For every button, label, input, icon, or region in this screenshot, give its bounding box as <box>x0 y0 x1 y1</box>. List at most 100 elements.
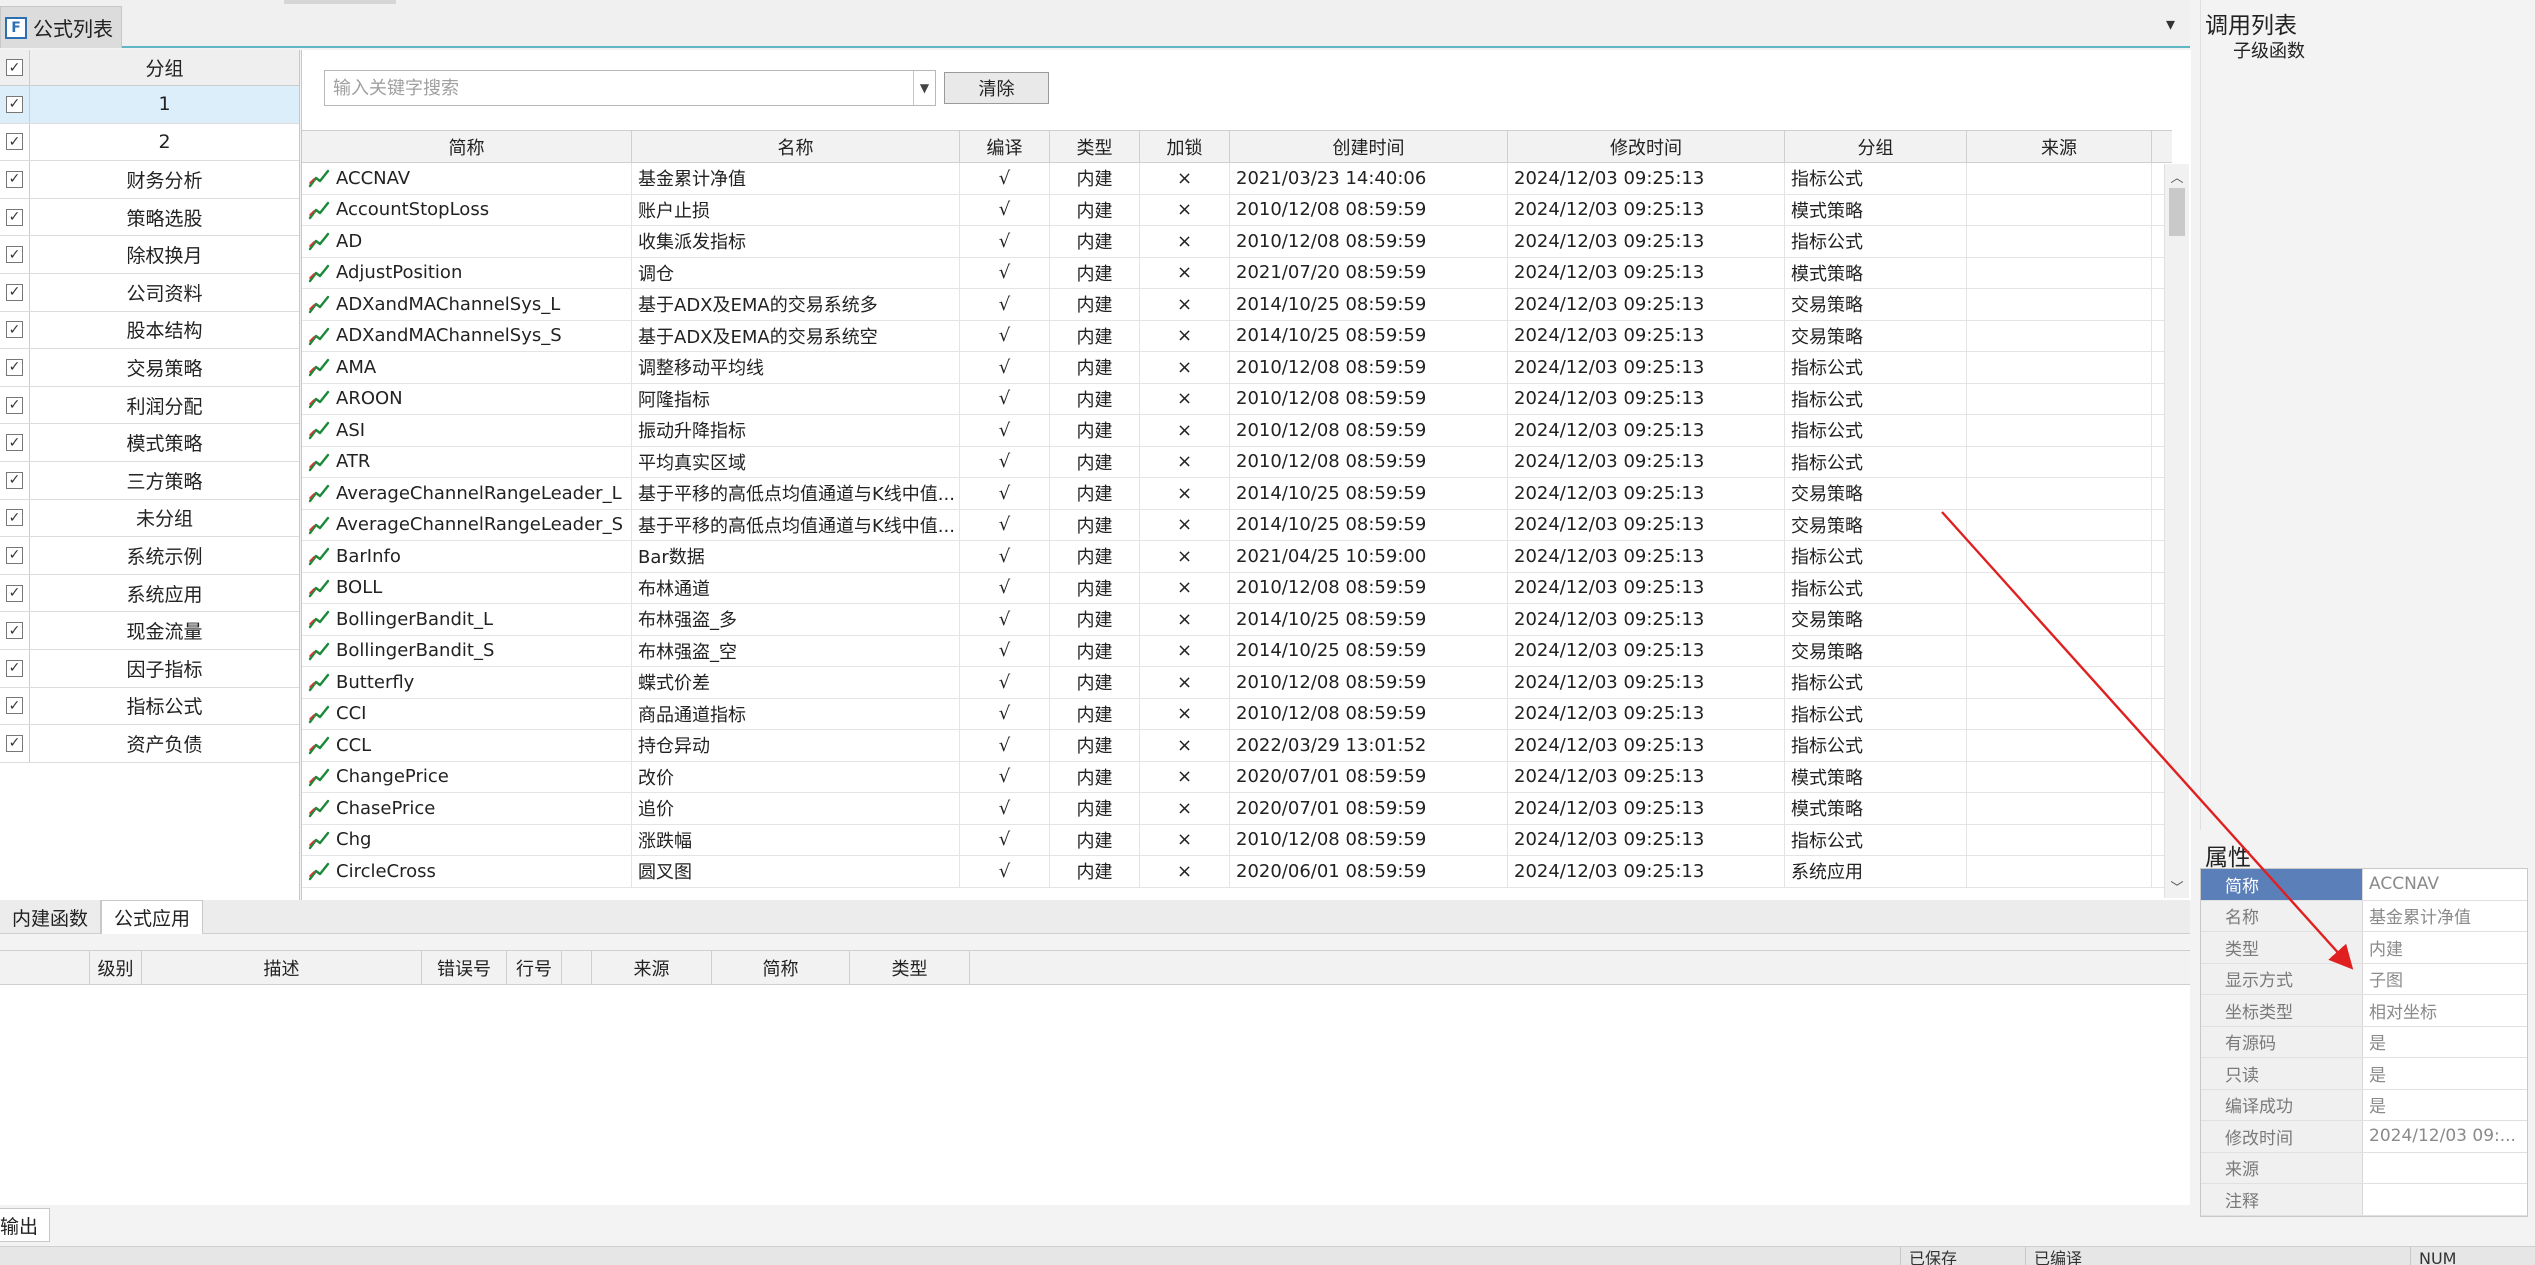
group-row[interactable]: ✓ 指标公式 <box>0 687 299 726</box>
group-row[interactable]: ✓ 系统应用 <box>0 574 299 613</box>
col-short-name-header[interactable]: 简称 <box>302 131 632 162</box>
col-locked-header[interactable]: 加锁 <box>1140 131 1230 162</box>
group-row[interactable]: ✓ 未分组 <box>0 499 299 538</box>
search-input[interactable] <box>325 71 913 105</box>
group-row[interactable]: ✓ 三方策略 <box>0 461 299 500</box>
table-row[interactable]: ADXandMAChannelSys_S 基于ADX及EMA的交易系统空 √ 内建 × 2… <box>302 320 2172 352</box>
property-row[interactable]: 修改时间 2024/12/03 09:... <box>2201 1121 2527 1153</box>
type-column-header[interactable]: 类型 <box>850 951 970 984</box>
group-checkbox[interactable]: ✓ <box>6 246 23 264</box>
group-row[interactable]: ✓ 股本结构 <box>0 311 299 350</box>
group-row[interactable]: ✓ 除权换月 <box>0 236 299 274</box>
table-row[interactable]: AMA 调整移动平均线 √ 内建 × 2010/12/08 08:59:59 2024/12… <box>302 352 2172 384</box>
group-checkbox[interactable]: ✓ <box>6 321 23 339</box>
clear-button[interactable]: 清除 <box>944 72 1049 104</box>
table-row[interactable]: Chg 涨跌幅 √ 内建 × 2010/12/08 08:59:59 2024/12/03 … <box>302 824 2172 856</box>
group-row[interactable]: ✓ 交易策略 <box>0 349 299 387</box>
group-row[interactable]: ✓ 资产负债 <box>0 725 299 763</box>
select-all-checkbox[interactable]: ✓ <box>6 59 23 76</box>
table-row[interactable]: BollingerBandit_S 布林强盗_空 √ 内建 × 2014/10/25 08… <box>302 635 2172 667</box>
tab-builtin-functions[interactable]: 内建函数 <box>0 900 102 934</box>
table-row[interactable]: CCL 持仓异动 √ 内建 × 2022/03/29 13:01:52 2024/12/03… <box>302 730 2172 762</box>
group-checkbox[interactable]: ✓ <box>6 659 23 677</box>
col-name-header[interactable]: 名称 <box>632 131 960 162</box>
property-row[interactable]: 简称 ACCNAV <box>2201 869 2527 901</box>
group-checkbox[interactable]: ✓ <box>6 133 23 151</box>
table-row[interactable]: CircleCross 圆叉图 √ 内建 × 2020/06/01 08:59:59 202… <box>302 856 2172 888</box>
col-created-header[interactable]: 创建时间 <box>1230 131 1508 162</box>
table-row[interactable]: ChangePrice 改价 √ 内建 × 2020/07/01 08:59:59 2024… <box>302 761 2172 793</box>
table-row[interactable]: BOLL 布林通道 √ 内建 × 2010/12/08 08:59:59 2024/12/0… <box>302 572 2172 604</box>
property-row[interactable]: 坐标类型 相对坐标 <box>2201 995 2527 1027</box>
search-combobox[interactable]: ▼ <box>324 70 936 106</box>
group-checkbox[interactable]: ✓ <box>6 434 23 452</box>
property-row[interactable]: 有源码是 <box>2201 1026 2527 1058</box>
property-row[interactable]: 显示方式 子图 <box>2201 963 2527 995</box>
property-row[interactable]: 来源 <box>2201 1152 2527 1184</box>
table-row[interactable]: ADXandMAChannelSys_L 基于ADX及EMA的交易系统多 √ 内建 × 2… <box>302 289 2172 321</box>
group-checkbox[interactable]: ✓ <box>6 358 23 376</box>
level-column-header[interactable]: 级别 <box>90 951 142 984</box>
table-row[interactable]: AD 收集派发指标 √ 内建 × 2010/12/08 08:59:59 2024/12/0… <box>302 226 2172 258</box>
group-checkbox[interactable]: ✓ <box>6 471 23 489</box>
table-row[interactable]: AverageChannelRangeLeader_L 基于平移的高低点均值通道与… <box>302 478 2172 510</box>
col-compiled-header[interactable]: 编译 <box>960 131 1050 162</box>
search-dropdown-icon[interactable]: ▼ <box>913 71 935 105</box>
property-row[interactable]: 注释 <box>2201 1184 2527 1216</box>
short-name-column-header[interactable]: 简称 <box>712 951 850 984</box>
group-checkbox[interactable]: ✓ <box>6 283 23 301</box>
group-checkbox[interactable]: ✓ <box>6 170 23 188</box>
scroll-down-icon[interactable]: ﹀ <box>2165 874 2189 898</box>
source-column-header[interactable]: 来源 <box>592 951 712 984</box>
table-row[interactable]: ATR 平均真实区域 √ 内建 × 2010/12/08 08:59:59 2024/12/… <box>302 446 2172 478</box>
group-row[interactable]: ✓ 利润分配 <box>0 386 299 425</box>
chevron-down-icon[interactable]: ▾ <box>2166 14 2175 35</box>
col-group-header[interactable]: 分组 <box>1785 131 1967 162</box>
table-row[interactable]: AccountStopLoss 账户止损 √ 内建 × 2010/12/08 08:59:… <box>302 194 2172 226</box>
table-row[interactable]: Butterfly 蝶式价差 √ 内建 × 2010/12/08 08:59:59 2024… <box>302 667 2172 699</box>
scroll-up-icon[interactable]: ︿ <box>2165 164 2189 188</box>
table-row[interactable]: BarInfo Bar数据 √ 内建 × 2021/04/25 10:59:00 2024/… <box>302 541 2172 573</box>
group-row[interactable]: ✓ 现金流量 <box>0 612 299 650</box>
line-number-column-header[interactable]: 行号 <box>507 951 562 984</box>
property-row[interactable]: 只读是 <box>2201 1058 2527 1090</box>
group-row[interactable]: ✓ 因子指标 <box>0 649 299 688</box>
group-row[interactable]: ✓ 2 <box>0 123 299 162</box>
group-row[interactable]: ✓ 公司资料 <box>0 273 299 312</box>
tab-formula-application[interactable]: 公式应用 <box>101 900 204 934</box>
table-row[interactable]: AdjustPosition 调仓 √ 内建 × 2021/07/20 08:59:59 2… <box>302 257 2172 289</box>
table-row[interactable]: AverageChannelRangeLeader_S 基于平移的高低点均值通道与… <box>302 509 2172 541</box>
property-row[interactable]: 编译成功是 <box>2201 1089 2527 1121</box>
group-checkbox[interactable]: ✓ <box>6 509 23 527</box>
group-checkbox[interactable]: ✓ <box>6 622 23 640</box>
property-row[interactable]: 类型 内建 <box>2201 932 2527 964</box>
table-row[interactable]: ChasePrice 追价 √ 内建 × 2020/07/01 08:59:59 2024/… <box>302 793 2172 825</box>
group-checkbox[interactable]: ✓ <box>6 396 23 414</box>
table-vertical-scrollbar[interactable]: ︿ ﹀ <box>2164 164 2189 898</box>
group-checkbox[interactable]: ✓ <box>6 208 23 226</box>
table-row[interactable]: ACCNAV 基金累计净值 √ 内建 × 2021/03/23 14:40:06 2024/… <box>302 163 2172 195</box>
group-checkbox[interactable]: ✓ <box>6 546 23 564</box>
group-row[interactable]: ✓ 1 <box>0 86 299 124</box>
tab-formula-list[interactable]: F 公式列表 <box>0 6 122 48</box>
group-checkbox[interactable]: ✓ <box>6 697 23 715</box>
table-row[interactable]: ASI 振动升降指标 √ 内建 × 2010/12/08 08:59:59 2024/12/… <box>302 415 2172 447</box>
property-row[interactable]: 名称 基金累计净值 <box>2201 900 2527 932</box>
group-checkbox[interactable]: ✓ <box>6 95 23 113</box>
call-list-item[interactable]: 子级函数 <box>2233 37 2305 63</box>
group-row[interactable]: ✓ 模式策略 <box>0 424 299 462</box>
group-row[interactable]: ✓ 财务分析 <box>0 161 299 199</box>
tab-output[interactable]: 输出 <box>0 1208 50 1242</box>
table-row[interactable]: CCI 商品通道指标 √ 内建 × 2010/12/08 08:59:59 2024/12/… <box>302 698 2172 730</box>
table-row[interactable]: AROON 阿隆指标 √ 内建 × 2010/12/08 08:59:59 2024/12/… <box>302 383 2172 415</box>
group-row[interactable]: ✓ 系统示例 <box>0 537 299 575</box>
description-column-header[interactable]: 描述 <box>142 951 422 984</box>
table-row[interactable]: BollingerBandit_L 布林强盗_多 √ 内建 × 2014/10/25 08… <box>302 604 2172 636</box>
col-modified-header[interactable]: 修改时间 <box>1508 131 1785 162</box>
group-checkbox[interactable]: ✓ <box>6 734 23 752</box>
group-row[interactable]: ✓ 策略选股 <box>0 198 299 237</box>
error-number-column-header[interactable]: 错误号 <box>422 951 507 984</box>
col-source-header[interactable]: 来源 <box>1967 131 2152 162</box>
scroll-thumb[interactable] <box>2169 188 2185 236</box>
group-checkbox[interactable]: ✓ <box>6 584 23 602</box>
